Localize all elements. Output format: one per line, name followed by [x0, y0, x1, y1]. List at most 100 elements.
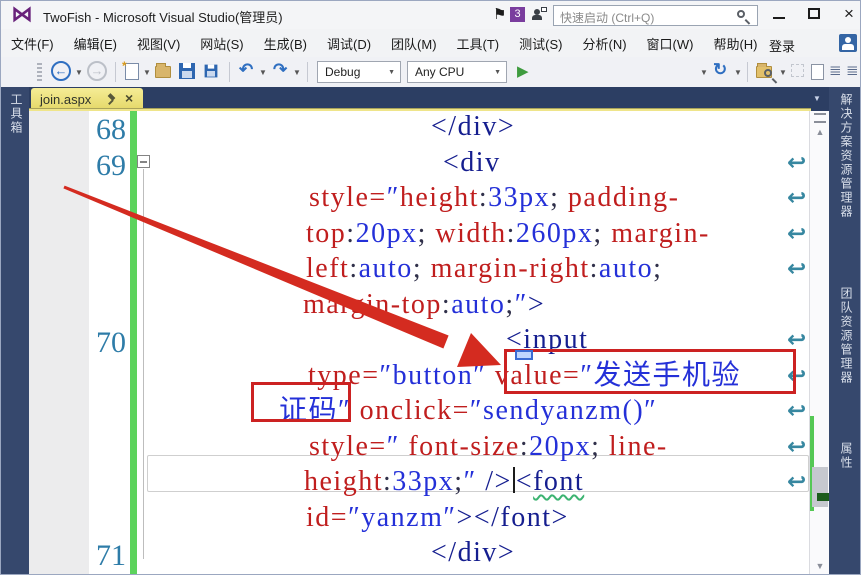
code-token: 20px [355, 217, 418, 249]
left-dock-strip: 工具箱 [1, 87, 29, 574]
find-in-files-icon[interactable] [756, 61, 772, 83]
code-row[interactable]: <div [443, 146, 501, 180]
solution-platform-dropdown[interactable]: Any CPU ▼ [407, 61, 507, 83]
scrollbar-caret-mark [817, 493, 829, 501]
scrollbar-thumb[interactable] [812, 467, 828, 507]
code-token: > [527, 288, 546, 320]
open-file-icon[interactable] [155, 61, 171, 83]
menu-item[interactable]: 文件(F) [11, 34, 54, 53]
code-row[interactable]: height:33px;″ /> <font [304, 465, 584, 499]
quick-launch-search-input[interactable]: 快速启动 (Ctrl+Q) [553, 5, 758, 26]
save-icon[interactable] [179, 61, 195, 83]
notifications-flag-icon[interactable]: ⚑ [493, 5, 506, 23]
menu-item[interactable]: 团队(M) [391, 34, 437, 53]
navigate-forward-icon[interactable]: → [87, 61, 107, 81]
code-row[interactable]: top:20px; width:260px; margin- [306, 217, 710, 251]
new-item-icon[interactable]: * [122, 59, 139, 85]
code-row[interactable]: <input [506, 323, 588, 357]
code-row[interactable]: left:auto; margin-right:auto; [306, 252, 662, 286]
outlining-guide-line [143, 169, 144, 559]
sidebar-tab-toolbox[interactable]: 工具箱 [8, 93, 25, 135]
code-row[interactable]: id=″yanzm″></font> [306, 501, 569, 535]
code-editor[interactable]: 68 </div> 69 <div ↩ style=″height:33px; paddi… [29, 111, 809, 574]
document-tab-strip: join.aspx × ▼ [29, 87, 823, 111]
close-tab-icon[interactable]: × [125, 90, 133, 106]
notification-count-badge[interactable]: 3 [510, 7, 525, 22]
decrease-indent-icon[interactable]: ≣ [829, 61, 842, 83]
code-token: padding- [567, 182, 680, 213]
standard-toolbar: ← ▼ → * ▼ ↶ ▼ ↷ ▼ Debug ▼ Any CPU ▼ ▶ ▼ ↻ … [1, 57, 860, 136]
user-account-icon[interactable] [839, 34, 857, 52]
code-token: 33px [392, 466, 455, 497]
splitter-handle-icon[interactable] [814, 113, 826, 123]
menu-item[interactable]: 分析(N) [582, 34, 626, 53]
word-wrap-return-icon: ↩ [787, 327, 807, 353]
menu-item[interactable]: 视图(V) [137, 34, 180, 53]
code-token: ; [593, 217, 612, 249]
feedback-icon[interactable] [532, 7, 547, 21]
sidebar-tab-properties[interactable]: 属性 [838, 442, 855, 470]
code-token: : [383, 466, 393, 497]
code-token: margin-top [303, 288, 442, 320]
code-row[interactable]: margin-top:auto;″> [303, 288, 545, 322]
code-row[interactable]: style=″height:33px; padding- [309, 181, 679, 215]
maximize-button[interactable] [799, 1, 829, 27]
word-wrap-return-icon: ↩ [787, 220, 807, 247]
code-token: style= [309, 182, 387, 213]
redo-icon[interactable]: ↷ [273, 60, 287, 82]
word-wrap-return-icon: ↩ [787, 469, 807, 495]
solution-configuration-dropdown[interactable]: Debug ▼ [317, 61, 401, 83]
menu-bar: 文件(F) 编辑(E) 视图(V) 网站(S) 生成(B) 调试(D) 团队(M) 工具(T)… [1, 29, 860, 57]
code-token: ″button″ [379, 359, 495, 391]
sidebar-tab-team-explorer[interactable]: 团队资源管理器 [838, 287, 855, 385]
tab-list-dropdown-icon[interactable]: ▼ [813, 94, 821, 103]
search-icon [737, 10, 745, 18]
code-token-warning: font [533, 466, 585, 497]
toolbar-grip-handle[interactable] [37, 63, 42, 81]
word-wrap-return-icon: ↩ [787, 398, 807, 424]
visual-studio-logo-icon: ⋈ [11, 3, 33, 26]
text-caret [512, 467, 515, 493]
document-tab-label: join.aspx [40, 92, 92, 107]
word-wrap-return-icon: ↩ [787, 362, 807, 389]
code-token: : [349, 253, 359, 284]
menu-item[interactable]: 帮助(H) [713, 34, 757, 53]
document-outline-icon[interactable] [811, 61, 824, 83]
vertical-scrollbar[interactable]: ▲ ▼ [809, 111, 829, 574]
undo-icon[interactable]: ↶ [239, 60, 253, 82]
code-row[interactable]: type=″button″ value=″发送手机验 [308, 359, 741, 393]
collapse-region-icon[interactable] [137, 155, 150, 168]
code-token: : [441, 288, 452, 320]
code-token: auto [598, 253, 654, 284]
code-token: </div> [431, 537, 516, 568]
sidebar-tab-solution-explorer[interactable]: 解决方案资源管理器 [838, 93, 855, 219]
menu-item[interactable]: 网站(S) [200, 34, 243, 53]
pin-tab-icon[interactable] [107, 93, 118, 105]
close-button[interactable]: × [834, 1, 860, 27]
sign-in-link[interactable]: 登录 [769, 36, 795, 55]
scroll-up-icon[interactable]: ▲ [813, 127, 827, 137]
menu-item[interactable]: 工具(T) [457, 34, 500, 53]
increase-indent-icon[interactable]: ≣ [846, 61, 859, 83]
selection-mode-icon[interactable] [791, 64, 804, 77]
code-row[interactable]: style=″ font-size:20px; line- [309, 430, 668, 464]
start-debugging-icon[interactable]: ▶ [517, 62, 529, 84]
navigate-back-icon[interactable]: ← [51, 61, 71, 81]
code-token: line- [608, 430, 668, 462]
code-token: 33px [488, 182, 551, 213]
menu-item[interactable]: 生成(B) [264, 34, 307, 53]
code-row[interactable]: </div> [431, 536, 515, 570]
code-row[interactable]: 证码″ onclick=″sendyanzm()″ [279, 394, 657, 428]
menu-item[interactable]: 编辑(E) [74, 34, 117, 53]
word-wrap-return-icon: ↩ [787, 433, 807, 460]
menu-item[interactable]: 窗口(W) [647, 34, 694, 53]
refresh-icon[interactable]: ↻ [713, 60, 727, 82]
code-token: width [435, 217, 507, 249]
code-row[interactable]: </div> [431, 111, 515, 144]
scroll-down-icon[interactable]: ▼ [813, 561, 827, 571]
save-all-icon[interactable] [203, 61, 219, 83]
code-token: ; [417, 217, 436, 249]
menu-item[interactable]: 调试(D) [327, 34, 371, 53]
minimize-button[interactable] [764, 1, 794, 27]
menu-item[interactable]: 测试(S) [519, 34, 562, 53]
